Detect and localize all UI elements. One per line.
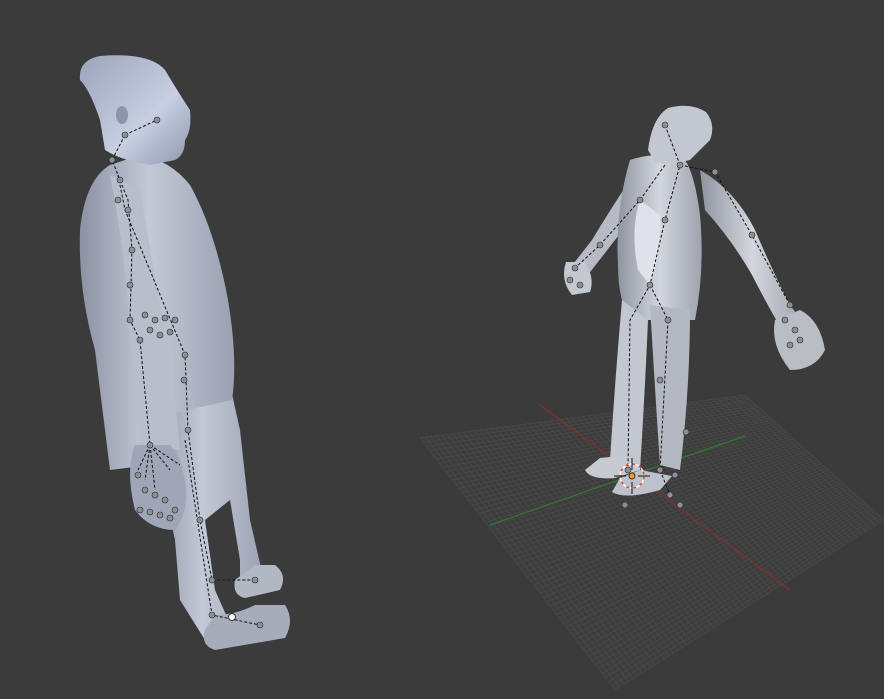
bone-joint[interactable] (180, 376, 188, 384)
bone-joint[interactable] (156, 511, 164, 519)
bone-joint[interactable] (171, 316, 179, 324)
bone-joint[interactable] (151, 316, 159, 324)
bone-joint[interactable] (136, 506, 144, 514)
bone-joint[interactable] (134, 471, 142, 479)
bone-joint[interactable] (676, 501, 684, 509)
bone-joint[interactable] (153, 116, 161, 124)
bone-joint[interactable] (141, 486, 149, 494)
bone-joint[interactable] (786, 341, 794, 349)
viewport-canvas[interactable] (0, 0, 884, 699)
bone-joint[interactable] (676, 161, 684, 169)
bone-joint[interactable] (596, 241, 604, 249)
bone-joint[interactable] (251, 576, 259, 584)
bone-joint[interactable] (181, 351, 189, 359)
bone-joint[interactable] (161, 496, 169, 504)
bone-joint[interactable] (208, 576, 216, 584)
bone-joint[interactable] (576, 281, 584, 289)
bone-joint[interactable] (196, 516, 204, 524)
bone-joint[interactable] (166, 328, 174, 336)
bone-joint[interactable] (646, 281, 654, 289)
bone-joint[interactable] (656, 376, 664, 384)
bone-joint[interactable] (664, 316, 672, 324)
bone-joint[interactable] (151, 491, 159, 499)
bone-joint[interactable] (661, 121, 669, 129)
bone-joint[interactable] (121, 131, 129, 139)
bone-joint[interactable] (256, 621, 264, 629)
bone-joint[interactable] (146, 326, 154, 334)
bone-joint[interactable] (666, 491, 674, 499)
3d-viewport[interactable] (0, 0, 884, 699)
bone-joint[interactable] (796, 336, 804, 344)
bone-joint[interactable] (136, 336, 144, 344)
bone-joint[interactable] (208, 611, 216, 619)
bone-joint[interactable] (166, 514, 174, 522)
bone-joint[interactable] (108, 156, 116, 164)
bone-joint[interactable] (128, 246, 136, 254)
bone-joint[interactable] (571, 264, 579, 272)
bone-joint[interactable] (171, 506, 179, 514)
bone-joint[interactable] (114, 196, 122, 204)
bone-joint[interactable] (184, 426, 192, 434)
bone-joint[interactable] (791, 326, 799, 334)
bone-joint[interactable] (656, 466, 664, 474)
bone-joint[interactable] (124, 206, 132, 214)
bone-joint[interactable] (671, 471, 679, 479)
origin-dot-icon[interactable] (628, 472, 636, 480)
bone-joint[interactable] (146, 508, 154, 516)
bone-joint[interactable] (781, 316, 789, 324)
bone-joint[interactable] (682, 428, 690, 436)
bone-joint[interactable] (621, 501, 629, 509)
bone-joint[interactable] (146, 441, 154, 449)
bone-joint[interactable] (711, 168, 719, 176)
origin-dot-icon[interactable] (228, 613, 236, 621)
ground-grid (419, 394, 884, 691)
bone-joint[interactable] (624, 466, 632, 474)
bone-joint[interactable] (126, 316, 134, 324)
bone-joint[interactable] (116, 176, 124, 184)
bone-joint[interactable] (661, 216, 669, 224)
bone-joint[interactable] (786, 301, 794, 309)
bone-joint[interactable] (636, 196, 644, 204)
bone-joint[interactable] (566, 276, 574, 284)
bone-joint[interactable] (156, 331, 164, 339)
bone-joint[interactable] (141, 311, 149, 319)
bone-joint[interactable] (126, 281, 134, 289)
bone-joint[interactable] (161, 314, 169, 322)
bone-joint[interactable] (748, 231, 756, 239)
